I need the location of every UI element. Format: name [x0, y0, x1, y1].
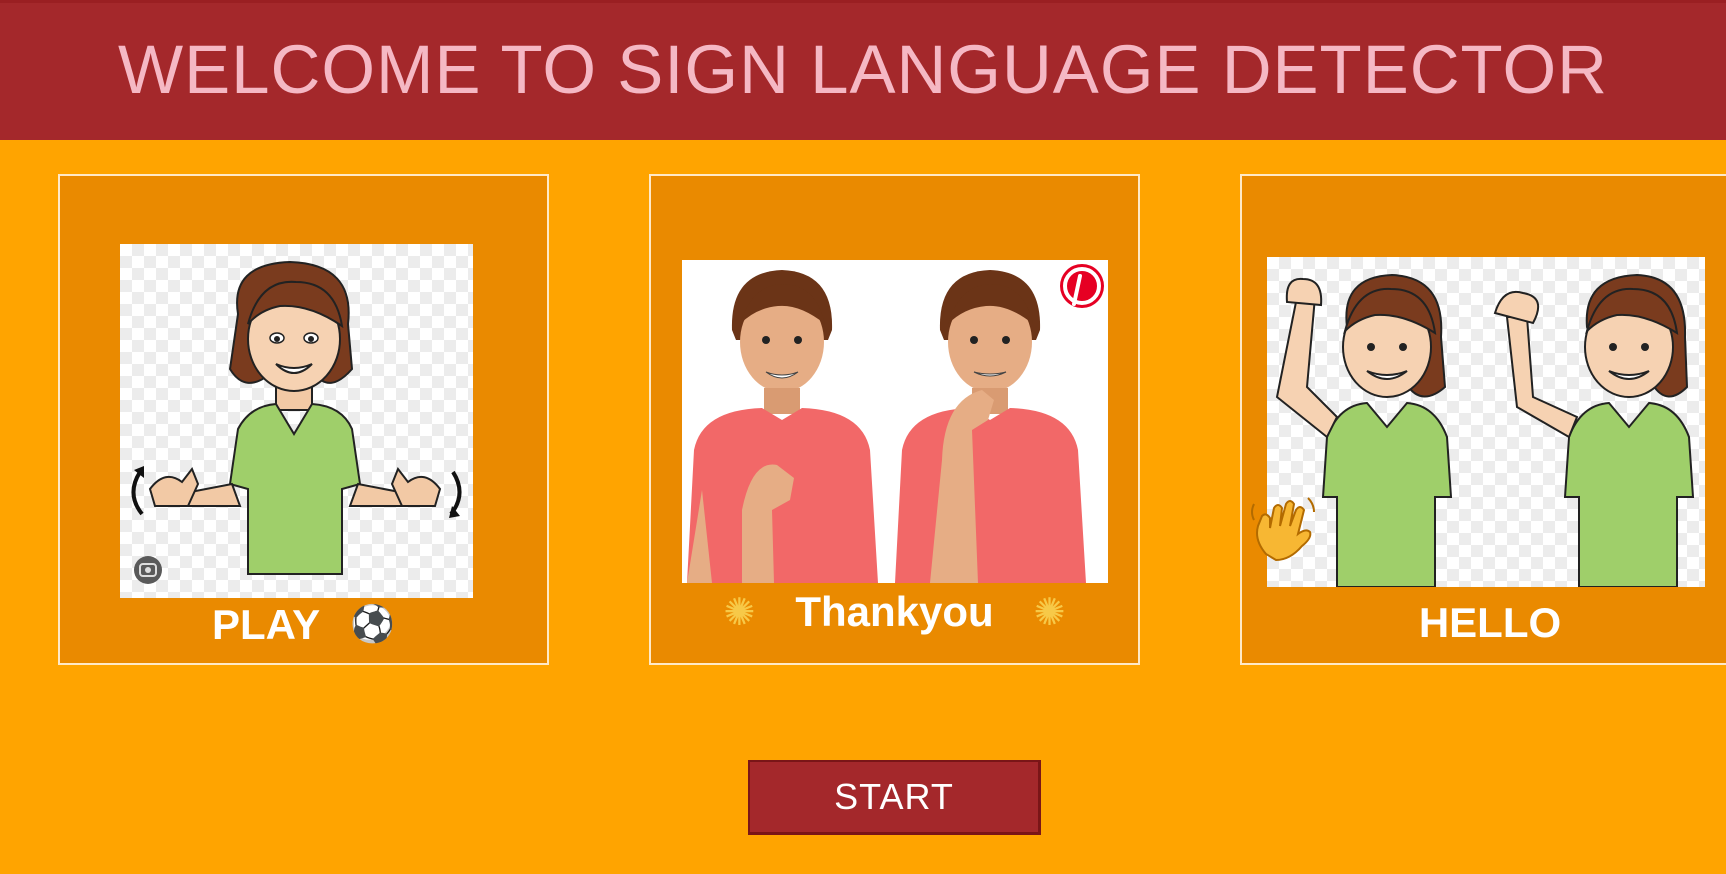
sign-card-hello[interactable]: HELLO [1240, 174, 1726, 665]
header-bar: WELCOME TO SIGN LANGUAGE DETECTOR [0, 0, 1726, 140]
hello-sign-image [1267, 257, 1705, 587]
waving-hand-icon [1248, 494, 1318, 564]
thankyou-label: Thankyou [795, 588, 994, 635]
thankyou-sign-image [682, 260, 1108, 583]
hello-label-row: HELLO [1242, 599, 1726, 647]
page-title: WELCOME TO SIGN LANGUAGE DETECTOR [118, 31, 1608, 108]
hello-label: HELLO [1418, 599, 1562, 646]
sunflower-icon: ✺ [723, 590, 756, 634]
play-sign-image [120, 244, 473, 598]
start-button[interactable]: START [748, 760, 1041, 835]
soccer-ball-icon: ⚽ [350, 604, 395, 645]
sign-card-thankyou[interactable]: ✺ Thankyou ✺ [649, 174, 1140, 665]
play-label: PLAY [212, 601, 321, 648]
sunflower-icon: ✺ [1033, 590, 1066, 634]
play-label-row: PLAY ⚽ [60, 601, 547, 649]
sign-card-play[interactable]: PLAY ⚽ [58, 174, 549, 665]
thankyou-label-row: ✺ Thankyou ✺ [651, 588, 1138, 636]
